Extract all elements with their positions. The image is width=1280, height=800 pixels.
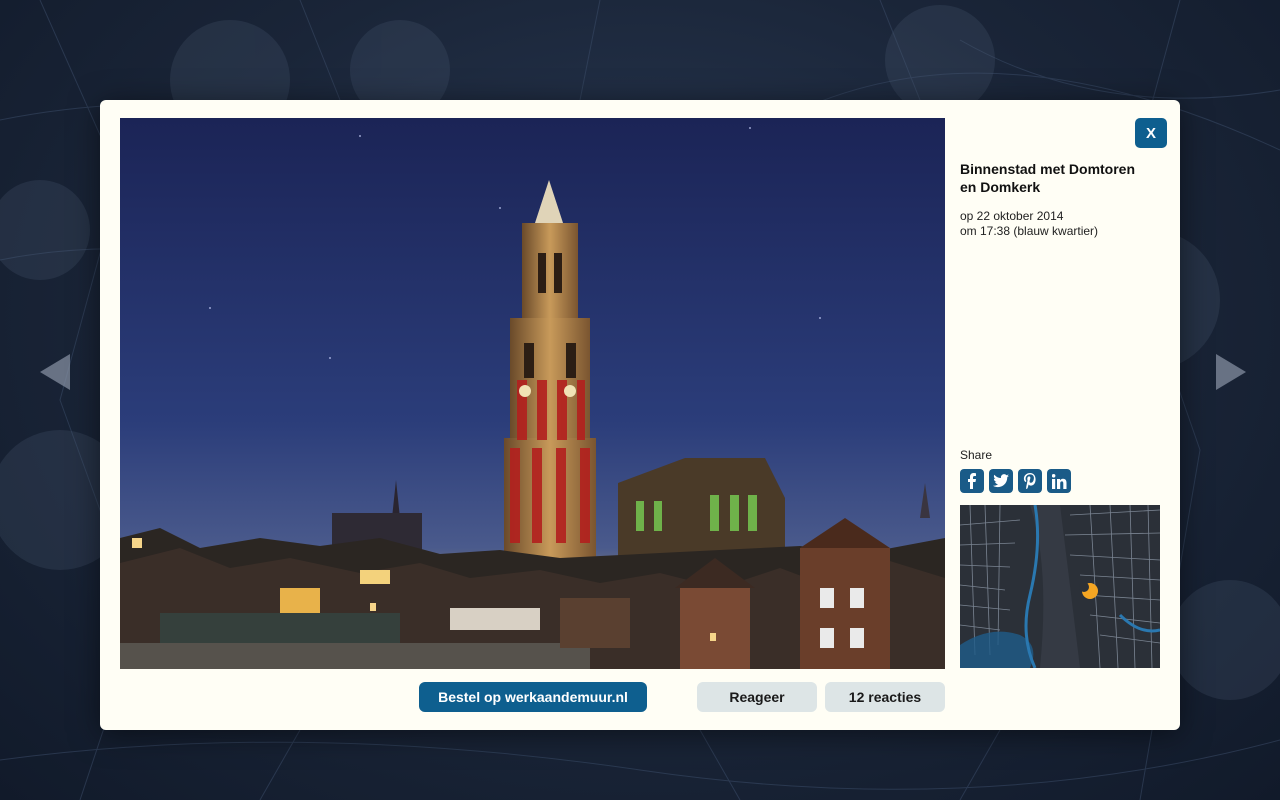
photo-time: om 17:38 (blauw kwartier): [960, 224, 1099, 238]
photo-modal: X Binnenstad met Domtoren en Domkerk op …: [100, 100, 1180, 730]
photo: [120, 118, 945, 669]
linkedin-icon[interactable]: [1047, 469, 1071, 493]
facebook-icon[interactable]: [960, 469, 984, 493]
share-buttons: [960, 469, 1071, 493]
photo-meta: op 22 oktober 2014 om 17:38 (blauw kwart…: [960, 209, 1160, 239]
reactions-count-button[interactable]: 12 reacties: [825, 682, 945, 712]
order-button[interactable]: Bestel op werkaandemuur.nl: [419, 682, 647, 712]
pinterest-icon[interactable]: [1018, 469, 1042, 493]
photo-title: Binnenstad met Domtoren en Domkerk: [960, 161, 1136, 195]
close-button[interactable]: X: [1135, 118, 1167, 148]
twitter-icon[interactable]: [989, 469, 1013, 493]
location-map[interactable]: [960, 505, 1160, 668]
next-arrow-icon[interactable]: [1214, 352, 1248, 392]
react-button[interactable]: Reageer: [697, 682, 817, 712]
share-label: Share: [960, 448, 993, 462]
photo-date: op 22 oktober 2014: [960, 209, 1064, 223]
previous-arrow-icon[interactable]: [38, 352, 72, 392]
